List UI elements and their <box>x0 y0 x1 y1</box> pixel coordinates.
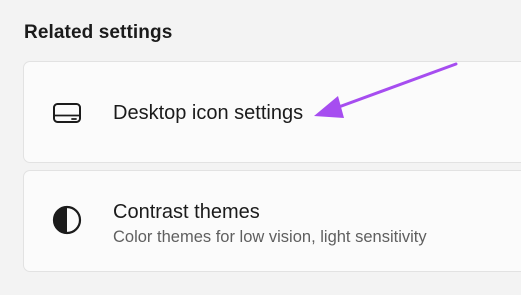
desktop-monitor-icon <box>51 97 83 129</box>
contrast-half-circle-icon <box>51 204 83 236</box>
contrast-themes-label: Contrast themes <box>113 201 260 223</box>
contrast-themes-link[interactable]: Contrast themes Color themes for low vis… <box>23 170 521 272</box>
desktop-icon-settings-link[interactable]: Desktop icon settings <box>23 61 521 163</box>
desktop-icon-settings-label: Desktop icon settings <box>113 102 304 124</box>
related-settings-heading: Related settings <box>24 22 173 43</box>
contrast-themes-description: Color themes for low vision, light sensi… <box>113 228 427 246</box>
